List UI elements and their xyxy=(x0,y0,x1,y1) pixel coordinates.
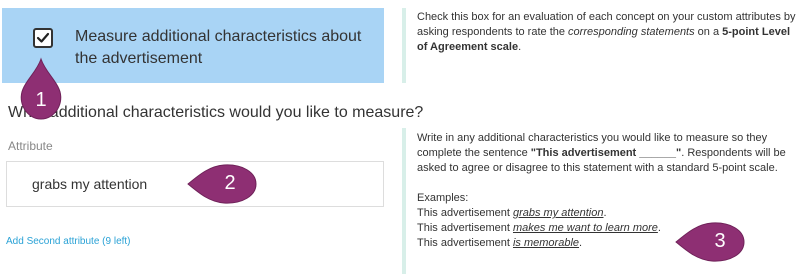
measure-characteristics-checkbox[interactable] xyxy=(33,28,53,48)
examples-heading: Examples: xyxy=(417,192,469,204)
measure-help-text: Check this box for an evaluation of each… xyxy=(417,10,797,55)
checkmark-icon xyxy=(36,32,50,43)
example-suffix: . xyxy=(579,237,583,249)
example-term: grabs my attention xyxy=(512,207,604,219)
callout-1-number: 1 xyxy=(35,89,47,111)
help-text-bold: "This advertisement ______" xyxy=(530,147,682,159)
measure-characteristics-label[interactable]: Measure additional characteristics about… xyxy=(75,26,375,70)
add-attribute-link[interactable]: Add Second attribute (9 left) xyxy=(6,236,131,247)
callout-marker-1: 1 xyxy=(17,57,65,123)
attribute-label: Attribute xyxy=(8,139,53,153)
callout-3-number: 3 xyxy=(714,230,726,252)
example-prefix: This advertisement xyxy=(417,237,513,249)
example-suffix: . xyxy=(657,222,661,234)
example-suffix: . xyxy=(603,207,607,219)
callout-marker-3: 3 xyxy=(674,220,746,264)
help-divider-bottom xyxy=(402,128,406,274)
callout-2-number: 2 xyxy=(224,172,236,194)
help-text-segment: . xyxy=(518,41,522,53)
example-item: This advertisement grabs my attention. xyxy=(417,206,797,221)
help-text-emphasis: corresponding statements xyxy=(568,26,695,38)
help-divider-top xyxy=(402,8,406,83)
example-term: is memorable xyxy=(512,237,580,249)
callout-marker-2: 2 xyxy=(186,162,258,206)
help-text-segment: on a xyxy=(694,26,723,38)
example-prefix: This advertisement xyxy=(417,207,513,219)
example-prefix: This advertisement xyxy=(417,222,513,234)
attributes-question: What additional characteristics would yo… xyxy=(8,104,424,121)
example-term: makes me want to learn more xyxy=(512,222,658,234)
